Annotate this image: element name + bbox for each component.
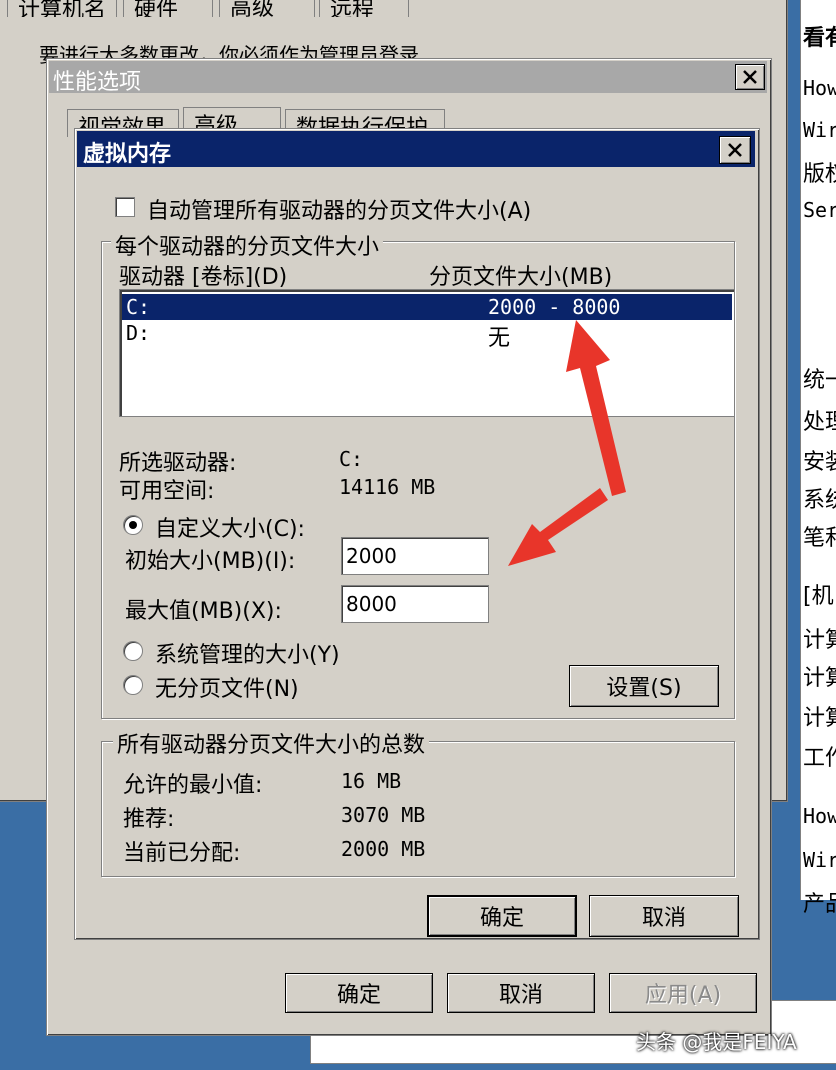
annotation-arrows xyxy=(508,320,626,566)
arrow-up-icon xyxy=(566,320,626,496)
arrow-left-icon xyxy=(508,488,608,566)
watermark-text: 头条 @我是FEIYA xyxy=(636,1030,797,1054)
